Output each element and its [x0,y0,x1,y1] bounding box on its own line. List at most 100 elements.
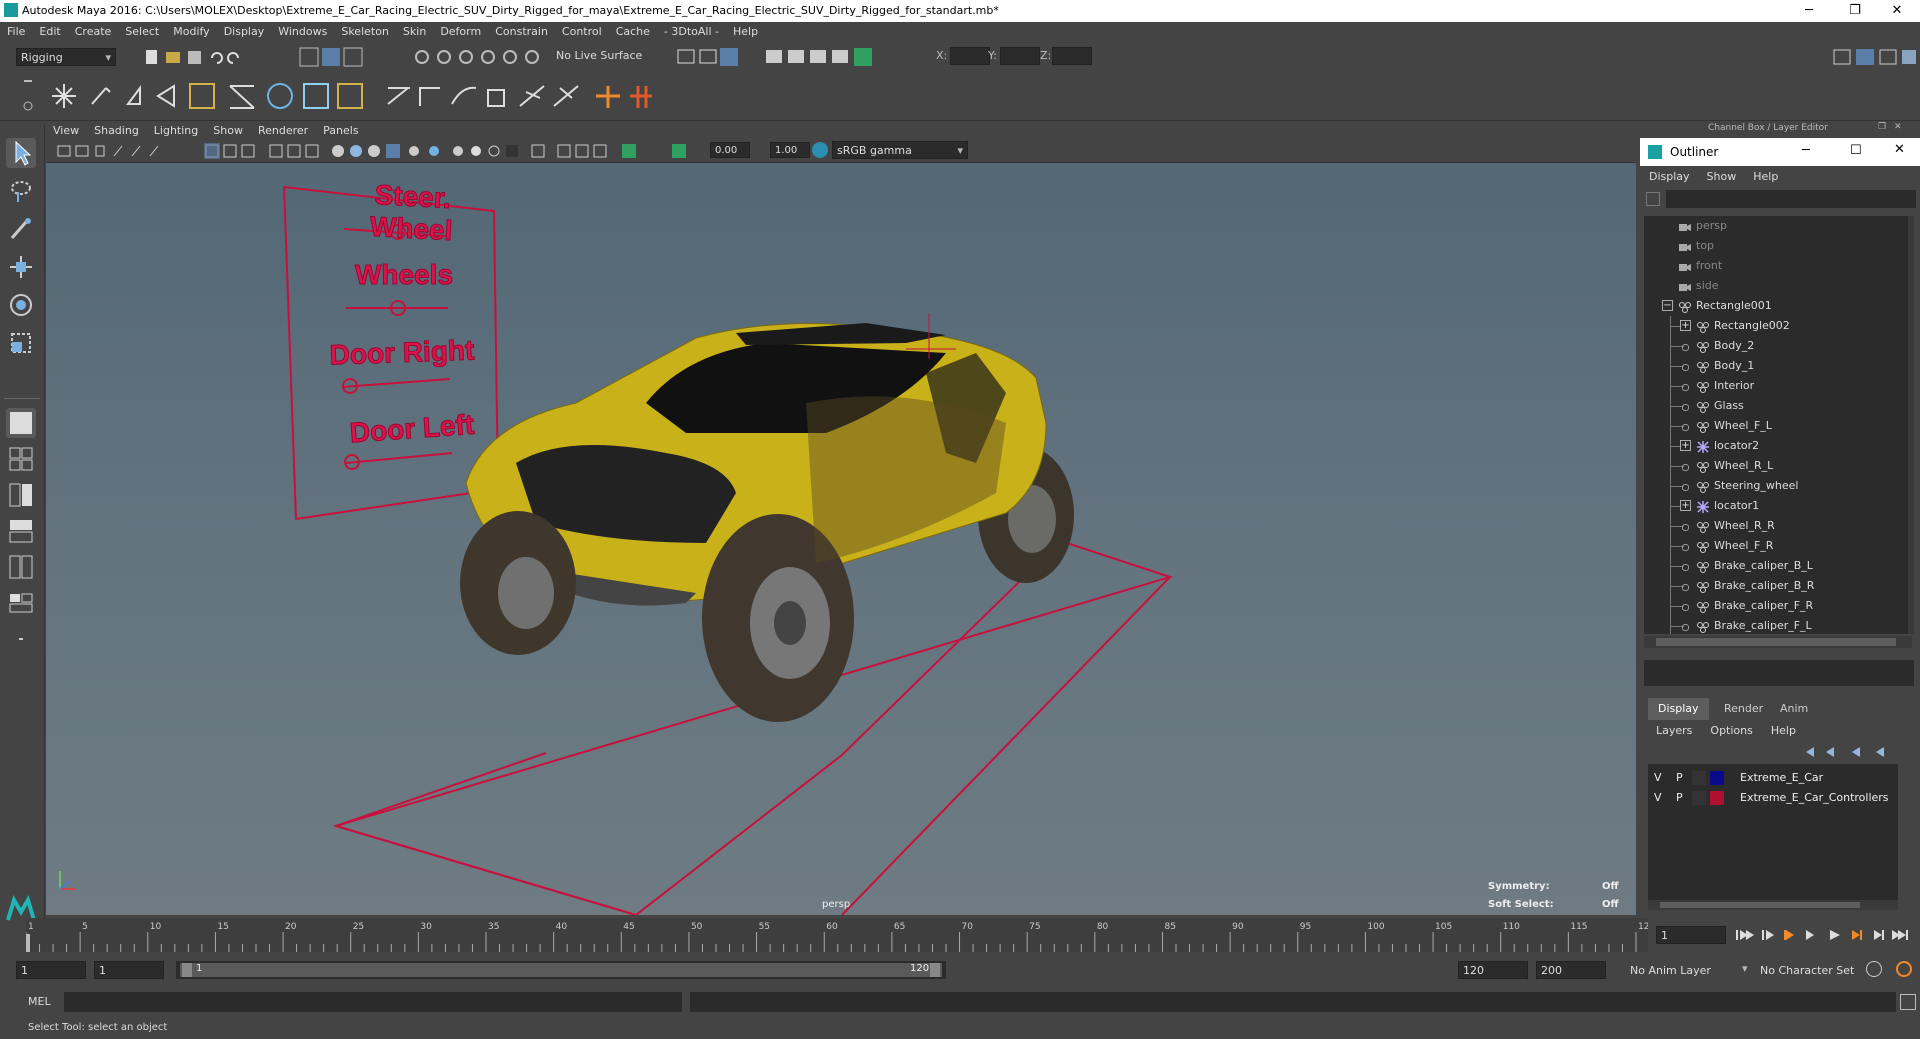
range-slider[interactable]: 1 120 [176,961,946,979]
file-tools-icons[interactable] [140,46,260,68]
auto-key-icon[interactable] [1866,961,1882,977]
panel-layout-icons[interactable] [1830,46,1920,68]
outliner-item[interactable]: Brake_caliper_B_R [1644,576,1914,596]
layer-color-swatch[interactable] [1710,771,1724,785]
menu-modify[interactable]: Modify [166,22,216,38]
expand-icon[interactable]: + [1680,320,1691,331]
layer-playback-toggle[interactable]: P [1676,768,1683,788]
menu-skin[interactable]: Skin [396,22,433,38]
tab-display[interactable]: Display [1648,698,1709,720]
float-panel-icon[interactable]: ❐ [1878,122,1886,132]
layer-playback-toggle[interactable]: P [1676,788,1683,808]
expand-icon[interactable]: + [1680,500,1691,511]
menu-edit[interactable]: Edit [32,22,67,38]
scroll-thumb[interactable] [1660,902,1860,908]
vp-menu-lighting[interactable]: Lighting [147,122,206,137]
command-input[interactable] [64,992,682,1012]
menu-file[interactable]: File [0,22,32,38]
outliner-item[interactable]: + locator1 [1644,496,1914,516]
select-tool-button[interactable] [6,138,36,168]
vp-menu-panels[interactable]: Panels [316,122,366,137]
time-slider[interactable]: 1 5 10 15 20 25 30 35 40 45 50 55 60 65 70 75 80 85 90 95 10… [26,918,1648,952]
layer-horizontal-scrollbar[interactable] [1648,900,1898,910]
expand-icon[interactable]: + [1680,440,1691,451]
outliner-menu-show[interactable]: Show [1698,166,1745,183]
y-field[interactable] [1000,47,1040,65]
layer-visibility-toggle[interactable]: V [1654,768,1662,788]
script-editor-icon[interactable] [1900,994,1916,1010]
restore-button[interactable]: ❐ [1832,0,1878,22]
outliner-search-field[interactable] [1666,190,1916,208]
layer-visibility-toggle[interactable]: V [1654,788,1662,808]
move-tool-button[interactable] [6,252,36,282]
range-end-handle[interactable] [930,963,940,977]
character-set-dropdown[interactable]: No Character Set [1760,964,1854,977]
menu-deform[interactable]: Deform [433,22,488,38]
menu-3dtoall[interactable]: - 3DtoAll - [657,22,726,38]
playback-buttons[interactable] [1732,926,1918,944]
outliner-item[interactable]: Body_2 [1644,336,1914,356]
menu-set-dropdown[interactable]: Rigging ▾ [16,48,116,66]
layer-menu-layers[interactable]: Layers [1644,720,1698,737]
rotate-tool-button[interactable] [6,290,36,320]
menu-skeleton[interactable]: Skeleton [334,22,396,38]
four-view-layout-button[interactable] [6,444,36,474]
snap-icons[interactable] [410,46,550,68]
outliner-item[interactable]: side [1644,276,1914,296]
layer-name[interactable]: Extreme_E_Car_Controllers [1740,788,1889,808]
collapse-icon[interactable]: − [1662,300,1673,311]
color-management-icon[interactable] [812,142,828,158]
layer-color-swatch[interactable] [1710,791,1724,805]
select-mode-icons[interactable] [298,46,368,68]
x-field[interactable] [950,47,990,65]
vp-menu-view[interactable]: View [46,122,87,137]
paint-select-tool-button[interactable] [6,214,36,244]
outliner-menu-help[interactable]: Help [1744,166,1786,183]
scale-tool-button[interactable] [6,328,36,358]
command-language-label[interactable]: MEL [28,995,51,1008]
outliner-item[interactable]: Wheel_R_R [1644,516,1914,536]
current-time-marker[interactable] [26,934,30,952]
outliner-item[interactable]: Brake_caliper_B_L [1644,556,1914,576]
outliner-maximize-button[interactable]: ☐ [1850,143,1862,158]
layer-type-toggle[interactable] [1692,771,1706,785]
side-by-side-layout-button[interactable] [6,480,36,510]
live-surface-label[interactable]: No Live Surface [556,49,642,62]
layer-menu-help[interactable]: Help [1759,720,1802,737]
outliner-item[interactable]: − Rectangle001 [1644,296,1914,316]
outliner-close-button[interactable]: ✕ [1894,142,1905,157]
persp-outliner-layout-button[interactable] [6,516,36,546]
layer-row[interactable]: V P Extreme_E_Car_Controllers [1648,788,1898,808]
render-icons[interactable] [676,46,896,68]
layer-row[interactable]: V P Extreme_E_Car [1648,768,1898,788]
layout-options-button[interactable] [6,624,36,654]
vp-menu-show[interactable]: Show [206,122,251,137]
rigging-shelf-icons[interactable] [48,78,688,114]
vp-menu-renderer[interactable]: Renderer [251,122,316,137]
shelf-handle-icon[interactable] [20,78,36,114]
z-field[interactable] [1052,47,1092,65]
outliner-item[interactable]: Interior [1644,376,1914,396]
color-space-dropdown[interactable]: sRGB gamma ▾ [832,141,968,159]
layer-type-toggle[interactable] [1692,791,1706,805]
perspective-viewport[interactable]: Steer. Wheel Wheels Door Right Door Left… [46,163,1636,915]
current-frame-field[interactable]: 1 [1656,926,1726,944]
menu-control[interactable]: Control [555,22,609,38]
layer-name[interactable]: Extreme_E_Car [1740,768,1823,788]
playback-start-field[interactable]: 1 [94,961,164,979]
outliner-item[interactable]: Wheel_R_L [1644,456,1914,476]
outliner-item[interactable]: Wheel_F_R [1644,536,1914,556]
close-panel-icon[interactable]: ✕ [1894,122,1902,132]
range-start-handle[interactable] [182,963,192,977]
outliner-item[interactable]: Brake_caliper_F_L [1644,616,1914,634]
lasso-tool-button[interactable] [6,176,36,206]
outliner-menu-display[interactable]: Display [1640,166,1698,183]
close-button[interactable]: ✕ [1874,0,1920,22]
minimize-button[interactable]: ─ [1786,0,1832,22]
outliner-item[interactable]: Steering_wheel [1644,476,1914,496]
outliner-tree[interactable]: persp top front side − Rectangle001 + Rectangle… [1644,216,1914,634]
outliner-item[interactable]: top [1644,236,1914,256]
menu-select[interactable]: Select [118,22,166,38]
tab-render[interactable]: Render [1714,698,1773,720]
menu-help[interactable]: Help [726,22,765,38]
